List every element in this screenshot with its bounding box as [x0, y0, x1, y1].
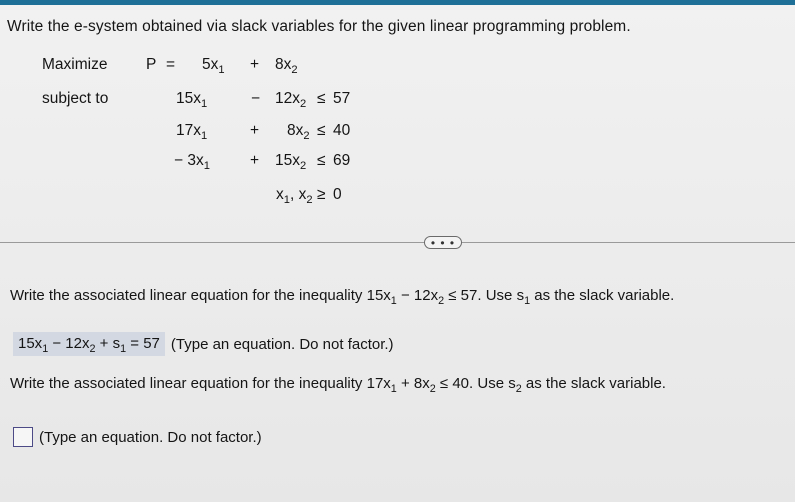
answer-2-hint: (Type an equation. Do not factor.)	[39, 428, 262, 446]
answer-2-input[interactable]	[13, 427, 33, 447]
instruction-text: Write the e-system obtained via slack va…	[7, 18, 631, 35]
answer-1-field[interactable]: 15x1 − 12x2 + s1 = 57	[13, 332, 165, 356]
answer-1-hint: (Type an equation. Do not factor.)	[170, 335, 394, 353]
maximize-label: Maximize	[42, 56, 108, 73]
question-2-text: Write the associated linear equation for…	[10, 375, 666, 395]
answer-1-row: 15x1 − 12x2 + s1 = 57 (Type an equation.…	[13, 332, 394, 356]
show-more-button[interactable]: • • •	[424, 236, 462, 249]
section-divider	[0, 242, 795, 243]
subject-to-label: subject to	[42, 90, 109, 107]
question-1-text: Write the associated linear equation for…	[10, 287, 675, 307]
answer-2-row: (Type an equation. Do not factor.)	[13, 427, 262, 447]
